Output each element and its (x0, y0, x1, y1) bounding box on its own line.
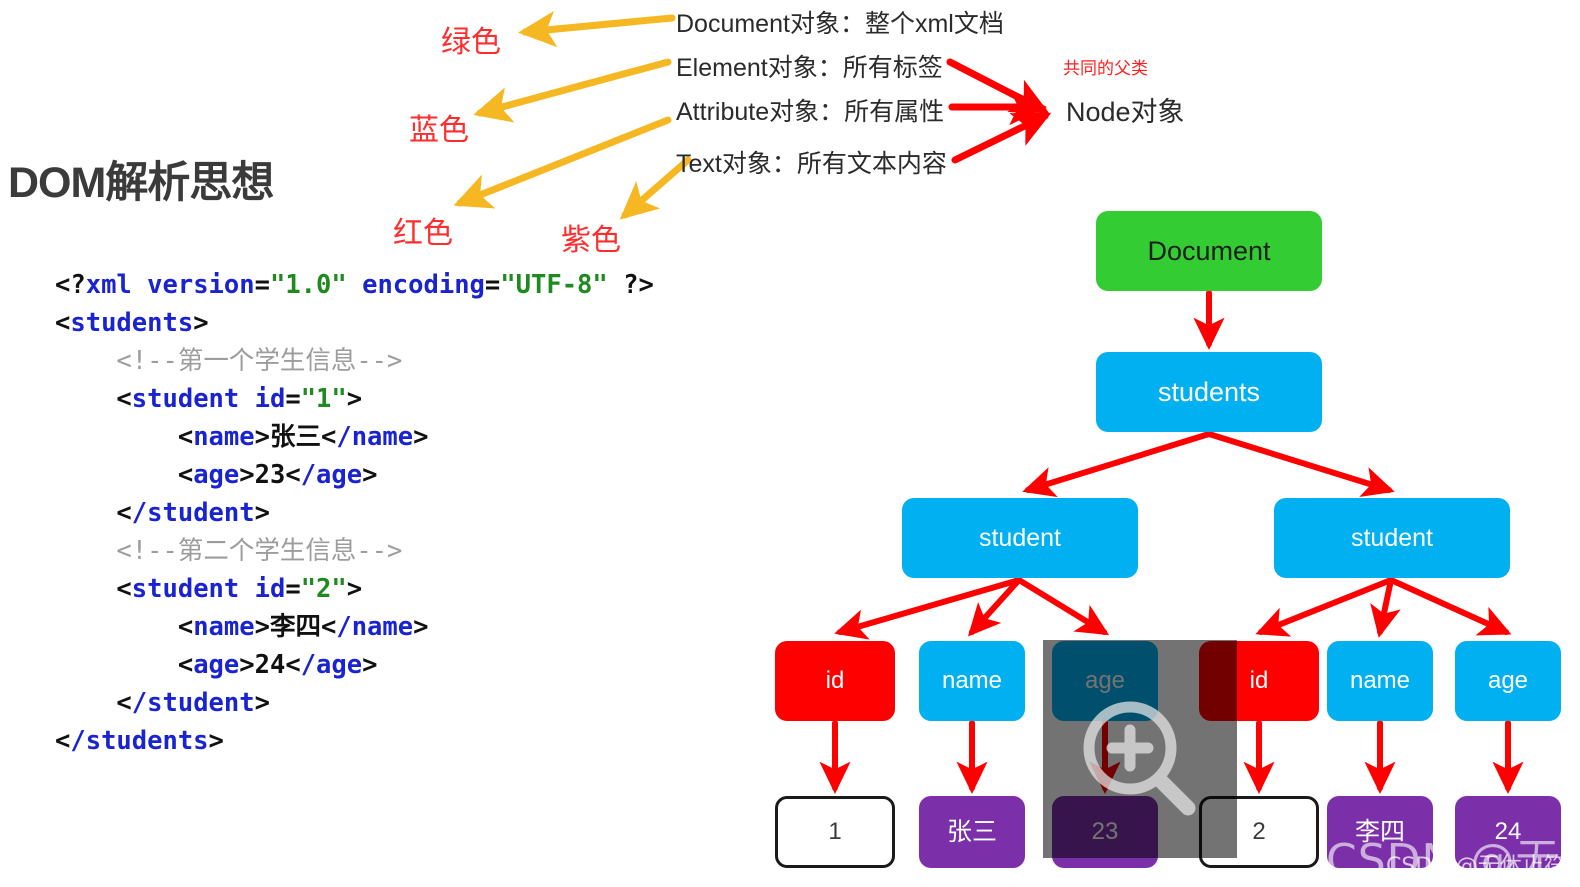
tree-node-label: students (1157, 376, 1261, 407)
tree-node-student-1: student (902, 498, 1138, 578)
code-token: encoding (362, 270, 485, 300)
code-text: 23 (254, 460, 286, 490)
code-token: "1.0" (269, 270, 347, 300)
code-token: /name (336, 612, 414, 642)
color-word-red: 红色 (393, 216, 453, 251)
node-object-caption: 共同的父类 (1063, 59, 1148, 79)
tree-node-val-id-2: 2 (1199, 796, 1319, 868)
tree-node-label: age (1084, 667, 1126, 694)
legend-line-text: Text对象：所有文本内容 (676, 150, 947, 178)
tree-node-label: 23 (1091, 818, 1119, 845)
code-token: id (254, 574, 286, 604)
tree-node-age-1: age (1052, 641, 1158, 721)
code-token: "1" (300, 384, 347, 414)
code-token: age (193, 460, 240, 490)
legend-line-element: Element对象：所有标签 (676, 54, 943, 82)
tree-node-label: id (1249, 667, 1269, 694)
tree-node-val-name-1: 张三 (919, 796, 1025, 868)
code-token: /student (131, 498, 255, 528)
color-word-blue: 蓝色 (409, 113, 469, 148)
tree-node-val-name-2: 李四 (1327, 796, 1433, 868)
red-node-arrows (946, 58, 1052, 164)
tree-node-val-age-2: 24 (1455, 796, 1561, 868)
tree-node-label: age (1487, 667, 1529, 694)
code-text: 张三 (269, 422, 321, 452)
code-token: name (193, 422, 255, 452)
code-token: id (254, 384, 286, 414)
diagram-canvas: Document对象：整个xml文档 Element对象：所有标签 Attrib… (0, 0, 1580, 887)
code-token: /age (300, 650, 363, 680)
code-token: version (147, 270, 255, 300)
tree-node-label: 2 (1252, 818, 1266, 845)
code-comment: <!--第二个学生信息--> (116, 536, 403, 566)
tree-node-id-2: id (1199, 641, 1319, 721)
code-token: students (70, 308, 194, 338)
code-token: <? (55, 270, 86, 300)
code-token: student (131, 384, 240, 414)
code-token: /name (336, 422, 414, 452)
page-title: DOM解析思想 (8, 159, 274, 207)
code-token: student (131, 574, 240, 604)
tree-node-students: students (1096, 352, 1322, 432)
code-token: /age (300, 460, 363, 490)
tree-node-document: Document (1096, 211, 1322, 291)
tree-node-label: 李四 (1354, 817, 1405, 846)
node-object-title: Node对象 (1066, 97, 1185, 127)
tree-node-label: Document (1147, 235, 1271, 266)
code-token: xml (85, 270, 132, 300)
tree-node-label: 1 (828, 818, 842, 845)
code-token: name (193, 612, 255, 642)
code-comment: <!--第一个学生信息--> (116, 346, 403, 376)
tree-node-label: name (941, 667, 1003, 694)
tree-node-student-2: student (1274, 498, 1510, 578)
legend-line-document: Document对象：整个xml文档 (676, 10, 1004, 38)
tree-node-label: id (825, 667, 845, 694)
tree-node-label: name (1349, 667, 1411, 694)
tree-node-age-2: age (1455, 641, 1561, 721)
color-word-green: 绿色 (441, 25, 501, 60)
tree-node-val-id-1: 1 (775, 796, 895, 868)
code-token: ?> (623, 270, 654, 300)
tree-node-val-age-1: 23 (1052, 796, 1158, 868)
tree-node-label: student (1350, 523, 1433, 552)
tree-node-label: 24 (1494, 818, 1522, 845)
legend-line-attribute: Attribute对象：所有属性 (676, 98, 945, 126)
tree-node-label: 张三 (946, 817, 997, 846)
tree-node-name-1: name (919, 641, 1025, 721)
tree-node-name-2: name (1327, 641, 1433, 721)
code-token: "2" (300, 574, 347, 604)
code-text: 李四 (269, 612, 321, 642)
code-token: /students (70, 726, 209, 756)
code-token: /student (131, 688, 255, 718)
color-word-purple: 紫色 (561, 223, 621, 258)
xml-code-block: <?xml version="1.0" encoding="UTF-8" ?> … (55, 270, 654, 756)
code-token: "UTF-8" (500, 270, 608, 300)
tree-node-label: student (978, 523, 1061, 552)
tree-node-id-1: id (775, 641, 895, 721)
code-token: age (193, 650, 240, 680)
code-text: 24 (254, 650, 286, 680)
